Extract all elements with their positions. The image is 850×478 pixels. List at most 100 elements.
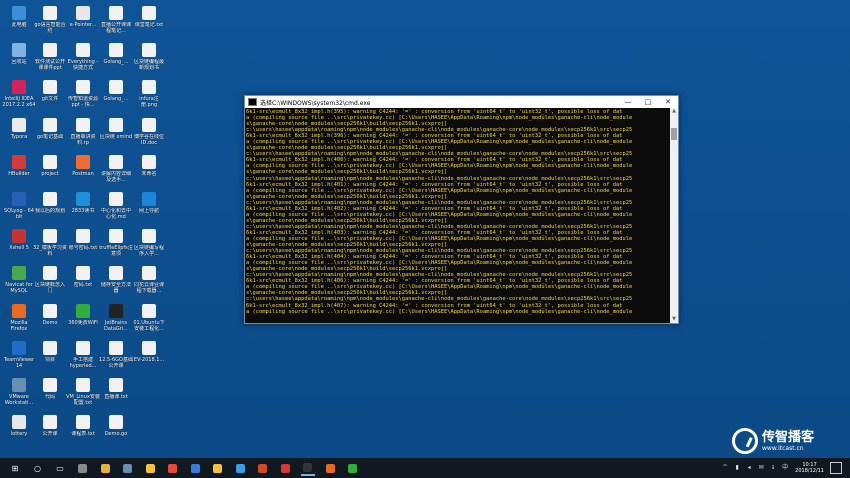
desktop-icon[interactable]: infura注册.png	[132, 78, 166, 108]
vmware-icon[interactable]	[121, 460, 135, 476]
network-icon[interactable]	[188, 460, 202, 476]
close-button[interactable]: ✕	[658, 96, 678, 108]
network-icon-shape	[190, 463, 200, 473]
mail-icon[interactable]	[98, 460, 112, 476]
desktop-icon[interactable]: git文件	[33, 78, 67, 102]
cmd-app-icon	[248, 98, 257, 106]
desktop-icon[interactable]: Golang_...	[99, 41, 133, 65]
desktop-icon[interactable]: 我以后的规划	[33, 190, 67, 214]
desktop-icon[interactable]: 传智知道资源ppt - 快...	[66, 78, 100, 108]
desktop-icon[interactable]: TeamViewer 14	[2, 339, 36, 369]
desktop-icon[interactable]: Xshell 5	[2, 227, 36, 251]
maximize-button[interactable]: □	[638, 96, 658, 108]
desktop-icon[interactable]: EV-2018.1...	[132, 339, 166, 363]
desktop-icon[interactable]: VM_Linux安装配置.txt	[66, 376, 100, 406]
desktop-icon[interactable]: Navicat for MySQL	[2, 264, 36, 294]
task-view-icon[interactable]: ▭	[53, 460, 67, 476]
desktop-icon-label: SQLyog - 64 bit	[4, 208, 34, 220]
desktop-icon-label: lottery	[10, 431, 28, 438]
desktop-icon[interactable]: 网上导航	[132, 190, 166, 214]
cmd-output[interactable]: 6k1-src\ecmult_8x32_impl.h(395): warning…	[245, 108, 670, 323]
tray-icon[interactable]: ✉	[757, 464, 765, 472]
file-explorer-icon[interactable]	[143, 460, 157, 476]
firefox-icon[interactable]	[323, 460, 337, 476]
desktop-icon[interactable]: 直播公开课课程笔记...	[99, 4, 133, 34]
tray-icon[interactable]: 中	[781, 464, 789, 472]
desktop-icon[interactable]: 直播串讲资料.rp	[66, 116, 100, 146]
desktop-icon[interactable]: 32_模板学习资料	[33, 227, 67, 257]
paint-icon[interactable]	[76, 460, 90, 476]
desktop-icon[interactable]: IntelliJ IDEA 2017.2.2 x64	[2, 78, 36, 108]
desktop-icon[interactable]: Demo	[33, 302, 67, 326]
desktop-icon[interactable]: 区块链概念入门	[33, 264, 67, 294]
desktop-icon[interactable]: SQLyog - 64 bit	[2, 190, 36, 220]
desktop-icon[interactable]: 储存安全方法器	[99, 264, 133, 294]
desktop-icon[interactable]: Mozilla Firefox	[2, 302, 36, 332]
text-file-icon	[76, 378, 90, 392]
ppt-icon[interactable]	[256, 460, 270, 476]
desktop-icon[interactable]: 讲解内容详细及选手...	[99, 153, 133, 183]
desktop-icon[interactable]: 直播课.txt	[99, 376, 133, 400]
desktop-icon[interactable]: 账号密码.txt	[66, 227, 100, 251]
photos-icon[interactable]	[233, 460, 247, 476]
desktop-icon[interactable]: VMware Workstati...	[2, 376, 36, 406]
folder-icon[interactable]	[211, 460, 225, 476]
windows-start-icon[interactable]: ⊞	[8, 460, 22, 476]
scrollbar-thumb[interactable]	[671, 128, 677, 140]
cmd-scrollbar[interactable]: ▲ ▼	[670, 108, 678, 323]
desktop-icon[interactable]: truffleElipfs注意项	[99, 227, 133, 257]
desktop-icon[interactable]: 12.5-6GO基础公开课	[99, 339, 133, 369]
desktop-icon[interactable]: 2833读书	[66, 190, 100, 214]
desktop-icon[interactable]: 区块链编写程序入学...	[132, 227, 166, 257]
desktop-icon[interactable]: Typora	[2, 116, 36, 140]
desktop-icon[interactable]: 未命名	[132, 153, 166, 177]
cmd-window[interactable]: 选择C:\WINDOWS\system32\cmd.exe — □ ✕ 6k1-…	[244, 95, 679, 324]
desktop-icon[interactable]: 此电脑	[2, 4, 36, 28]
desktop-icon[interactable]: Golang_...	[99, 78, 133, 102]
desktop-icon[interactable]: 博学谷在线位ID.doc	[132, 116, 166, 146]
desktop-icon[interactable]: 密码.txt	[66, 264, 100, 288]
desktop-icon[interactable]: 360免费WiFi	[66, 302, 100, 326]
desktop-icon[interactable]: go语言智能合约	[33, 4, 67, 34]
notification-center-icon[interactable]	[830, 462, 842, 474]
desktop-icon[interactable]: 区块链 xmind	[99, 116, 133, 140]
desktop-icon[interactable]: 中心化和去中心化.md	[99, 190, 133, 220]
green-app-icon[interactable]	[346, 460, 360, 476]
desktop-icon[interactable]: project	[33, 153, 67, 177]
tray-icon[interactable]: ᵻ	[769, 464, 777, 472]
minimize-button[interactable]: —	[618, 96, 638, 108]
desktop-icon-label: truffleElipfs注意项	[99, 245, 133, 258]
cmd-icon[interactable]	[300, 460, 315, 476]
desktop-icon[interactable]: 软件测试公开课课件ppt	[33, 41, 67, 71]
xmind-icon[interactable]	[278, 460, 292, 476]
desktop-icon[interactable]: Everything - 快捷方式	[66, 41, 100, 71]
desktop-icon[interactable]: 课堂笔记.txt	[132, 4, 166, 28]
desktop-icon[interactable]: Demo.go	[99, 413, 133, 437]
chrome-icon[interactable]	[166, 460, 180, 476]
desktop-icon[interactable]: 01.Ubuntu下安装工程化...	[132, 302, 166, 332]
cmd-title-bar[interactable]: 选择C:\WINDOWS\system32\cmd.exe — □ ✕	[245, 96, 678, 108]
desktop-icon[interactable]: HBuilder	[2, 153, 36, 177]
desktop-icon[interactable]: 同花云课业课程下载器...	[132, 264, 166, 294]
scroll-up-arrow-icon[interactable]: ▲	[670, 108, 678, 115]
desktop-icon-label: TeamViewer 14	[3, 356, 35, 369]
desktop-icon[interactable]: 手工搭建 hyperled...	[66, 339, 100, 369]
scroll-down-arrow-icon[interactable]: ▼	[670, 316, 678, 323]
desktop-icon[interactable]: 公开课	[33, 413, 67, 437]
desktop-icon[interactable]: 代码	[33, 376, 67, 400]
desktop-icon[interactable]: go笔记基础	[33, 116, 67, 140]
desktop-icon[interactable]: 课程表.txt	[66, 413, 100, 437]
tray-icon[interactable]: ◂	[745, 464, 753, 472]
tray-icon[interactable]: ^	[721, 464, 729, 472]
desktop-icon[interactable]: 回收站	[2, 41, 36, 65]
clock[interactable]: 10:17 2018/12/11	[795, 462, 824, 474]
desktop-icon[interactable]: lottery	[2, 413, 36, 437]
tray-icon[interactable]: ▮	[733, 464, 741, 472]
desktop-icon[interactable]: 区块链编程最新规划书	[132, 41, 166, 71]
desktop-icon[interactable]: 项目	[33, 339, 67, 363]
search-icon[interactable]: ○	[31, 460, 45, 476]
desktop-icon[interactable]: Postman	[66, 153, 100, 177]
desktop-icon[interactable]: JetBrains DataGri...	[99, 302, 133, 332]
sqlyog-icon	[12, 192, 26, 206]
desktop-icon[interactable]: e-Pointer...	[66, 4, 100, 28]
